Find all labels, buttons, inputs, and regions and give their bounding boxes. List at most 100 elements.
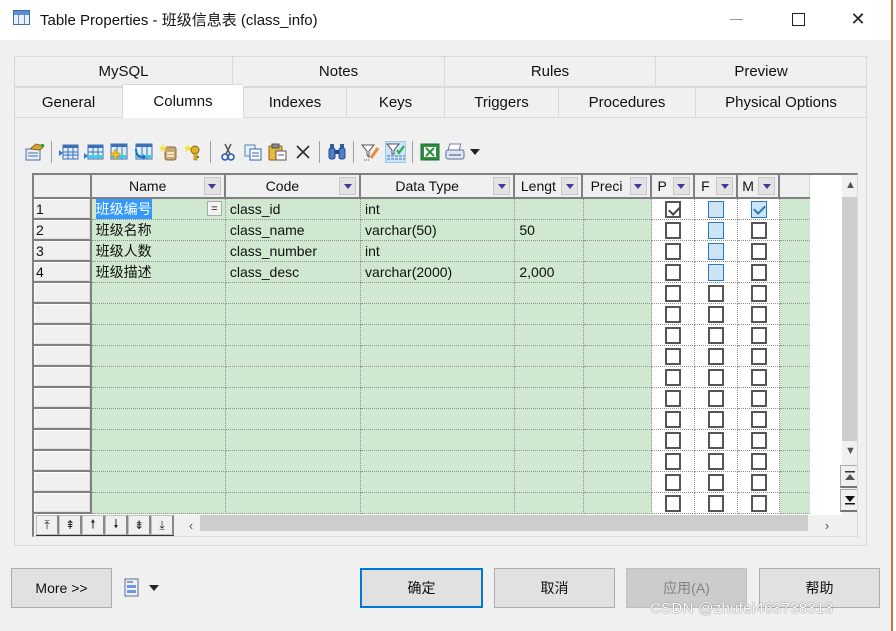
checkbox-m[interactable]	[750, 347, 767, 365]
move-to-bottom-button[interactable]: ⤓	[151, 515, 174, 535]
cell-data-type[interactable]: varchar(2000)	[361, 262, 516, 283]
checkbox-m[interactable]	[750, 242, 767, 260]
cell-data-type[interactable]	[361, 430, 516, 451]
checkbox-f[interactable]	[707, 263, 724, 281]
cell-data-type[interactable]	[361, 304, 516, 325]
cell-name[interactable]: 班级人数	[91, 241, 226, 262]
table-row[interactable]	[34, 472, 811, 493]
move-page-down-button[interactable]: ⇟	[128, 515, 151, 535]
checkbox-p[interactable]	[664, 347, 681, 365]
column-header-precision[interactable]: Preci	[583, 175, 652, 197]
cell-name[interactable]	[91, 388, 226, 409]
checkbox-m[interactable]	[750, 431, 767, 449]
cell-data-type[interactable]: int	[361, 199, 516, 220]
table-row[interactable]: 3 班级人数 class_number int	[34, 241, 811, 262]
chevron-down-icon[interactable]	[339, 177, 356, 195]
cell-code[interactable]	[225, 283, 362, 304]
row-number[interactable]	[34, 388, 92, 409]
cell-precision[interactable]	[583, 472, 652, 493]
row-number[interactable]	[34, 304, 92, 325]
row-number[interactable]: 4	[34, 262, 92, 283]
column-header-length[interactable]: Lengt	[515, 175, 584, 197]
move-page-up-button[interactable]: ⇞	[59, 515, 82, 535]
paste-button[interactable]	[267, 141, 288, 163]
column-header-code[interactable]: Code	[225, 175, 361, 197]
tab-mysql[interactable]: MySQL	[14, 56, 232, 87]
checkbox-p[interactable]	[664, 452, 681, 470]
checkbox-m[interactable]	[750, 221, 767, 239]
table-row[interactable]	[34, 493, 811, 514]
jump-to-bottom-button[interactable]	[840, 489, 857, 512]
row-number[interactable]: 1	[34, 199, 92, 220]
add-rows-button[interactable]	[108, 141, 129, 163]
jump-to-top-button[interactable]	[840, 465, 857, 488]
print-button[interactable]	[444, 141, 465, 163]
cell-precision[interactable]	[583, 241, 652, 262]
cut-button[interactable]	[217, 141, 238, 163]
checkbox-m[interactable]	[750, 410, 767, 428]
checkbox-m[interactable]	[750, 368, 767, 386]
cell-code[interactable]: class_id	[225, 199, 362, 220]
cell-data-type[interactable]: int	[361, 241, 516, 262]
chevron-down-icon[interactable]	[672, 177, 690, 195]
cell-data-type[interactable]	[361, 472, 516, 493]
cell-precision[interactable]	[583, 388, 652, 409]
checkbox-f[interactable]	[707, 221, 724, 239]
customize-filter-button[interactable]	[360, 141, 381, 163]
cell-length[interactable]: 50	[515, 220, 584, 241]
checkbox-f[interactable]	[707, 389, 724, 407]
checkbox-f[interactable]	[707, 494, 724, 512]
cell-data-type[interactable]	[361, 451, 516, 472]
cell-name[interactable]	[91, 472, 226, 493]
cell-precision[interactable]	[583, 304, 652, 325]
cell-precision[interactable]	[583, 367, 652, 388]
checkbox-f[interactable]	[707, 305, 724, 323]
cell-name[interactable]	[91, 451, 226, 472]
checkbox-f[interactable]	[707, 368, 724, 386]
table-row[interactable]	[34, 346, 811, 367]
cell-code[interactable]: class_name	[225, 220, 362, 241]
cell-length[interactable]	[515, 199, 584, 220]
table-row[interactable]: 2 班级名称 class_name varchar(50) 50	[34, 220, 811, 241]
cell-data-type[interactable]	[361, 346, 516, 367]
more-button[interactable]: More >>	[11, 568, 112, 608]
insert-row-button[interactable]	[58, 141, 79, 163]
find-button[interactable]	[326, 141, 347, 163]
cell-code[interactable]	[225, 367, 362, 388]
table-row[interactable]	[34, 283, 811, 304]
tab-procedures[interactable]: Procedures	[558, 87, 695, 118]
move-up-button[interactable]: 🠕	[82, 515, 105, 535]
column-header-foreign[interactable]: F	[694, 175, 739, 197]
checkbox-p[interactable]	[664, 263, 681, 281]
scroll-right-icon[interactable]: ›	[818, 515, 836, 535]
row-number[interactable]	[34, 346, 92, 367]
cell-name[interactable]	[91, 283, 226, 304]
move-to-top-button[interactable]: ⤒	[36, 515, 59, 535]
cell-precision[interactable]	[583, 493, 652, 514]
row-number[interactable]	[34, 430, 92, 451]
cell-code[interactable]: class_number	[225, 241, 362, 262]
checkbox-m[interactable]	[750, 284, 767, 302]
checkbox-m[interactable]	[750, 263, 767, 281]
delete-button[interactable]	[292, 141, 313, 163]
scroll-left-icon[interactable]: ‹	[182, 515, 200, 535]
tab-preview[interactable]: Preview	[655, 56, 867, 87]
chevron-down-icon[interactable]	[758, 177, 776, 195]
cell-code[interactable]	[225, 472, 362, 493]
cell-data-type[interactable]	[361, 409, 516, 430]
table-row[interactable]	[34, 388, 811, 409]
checkbox-p[interactable]	[664, 221, 681, 239]
checkbox-f[interactable]	[707, 284, 724, 302]
checkbox-f[interactable]	[707, 326, 724, 344]
cell-length[interactable]	[515, 493, 584, 514]
checkbox-p[interactable]	[664, 305, 681, 323]
ellipsis-button[interactable]: =	[206, 201, 222, 216]
tab-notes[interactable]: Notes	[232, 56, 444, 87]
cell-name[interactable]	[91, 493, 226, 514]
cell-code[interactable]	[225, 325, 362, 346]
checkbox-p[interactable]	[664, 473, 681, 491]
checkbox-m[interactable]	[750, 494, 767, 512]
cell-length[interactable]	[515, 346, 584, 367]
chevron-down-icon[interactable]	[561, 177, 579, 195]
properties-button[interactable]	[24, 141, 45, 163]
